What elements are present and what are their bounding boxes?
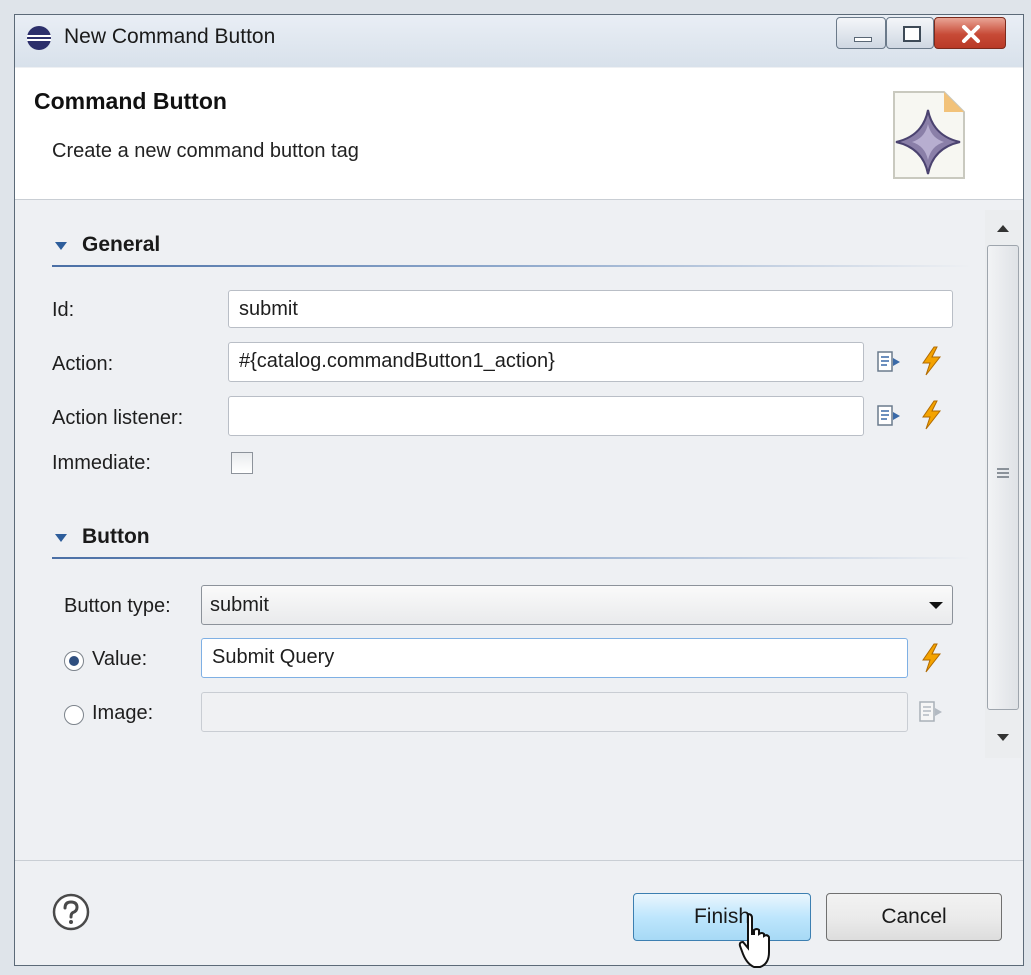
- action-label: Action:: [52, 353, 114, 375]
- radio-selected-dot: [69, 656, 79, 666]
- immediate-checkbox[interactable]: [231, 452, 253, 474]
- action-field[interactable]: #{catalog.commandButton1_action}: [228, 342, 864, 382]
- page-title: Command Button: [34, 88, 227, 114]
- finish-button[interactable]: Finish: [633, 893, 811, 941]
- page-description: Create a new command button tag: [52, 140, 359, 162]
- section-general-title[interactable]: General: [82, 233, 160, 257]
- close-icon: [962, 25, 980, 43]
- eclipse-icon: [27, 26, 51, 50]
- button-type-select[interactable]: [201, 585, 953, 625]
- minimize-button[interactable]: [836, 17, 886, 49]
- minimize-icon: [854, 37, 872, 42]
- edit-binding-icon[interactable]: [876, 404, 902, 428]
- section-divider: [52, 557, 972, 559]
- section-divider: [52, 265, 972, 267]
- lightning-icon[interactable]: [918, 346, 944, 376]
- value-field[interactable]: Submit Query: [201, 638, 908, 678]
- scroll-up-icon[interactable]: [997, 225, 1009, 232]
- cancel-button[interactable]: Cancel: [826, 893, 1002, 941]
- lightning-icon[interactable]: [918, 400, 944, 430]
- edit-binding-icon: [919, 701, 942, 722]
- section-button-title[interactable]: Button: [82, 525, 150, 549]
- help-icon[interactable]: [52, 893, 90, 931]
- section-collapse-icon[interactable]: [55, 242, 67, 250]
- value-label: Value:: [92, 648, 148, 670]
- window-title: New Command Button: [64, 25, 276, 48]
- image-label: Image:: [92, 702, 154, 724]
- id-field[interactable]: submit: [228, 290, 953, 328]
- maximize-button[interactable]: [886, 17, 934, 49]
- wizard-banner-icon: [893, 91, 965, 179]
- button-type-label: Button type:: [64, 595, 171, 617]
- mouse-cursor-icon: [738, 912, 770, 968]
- chevron-down-icon: [929, 602, 943, 609]
- id-label: Id:: [52, 299, 75, 321]
- button-type-value: submit: [210, 594, 269, 616]
- scroll-down-icon[interactable]: [997, 734, 1009, 741]
- maximize-icon: [903, 26, 921, 42]
- close-button[interactable]: [934, 17, 1006, 49]
- image-field: [201, 692, 908, 732]
- action-listener-field[interactable]: [228, 396, 864, 436]
- action-listener-label: Action listener:: [52, 407, 184, 429]
- lightning-icon[interactable]: [918, 643, 944, 673]
- image-radio[interactable]: [64, 705, 84, 725]
- scrollbar-grip-icon: [997, 468, 1009, 478]
- immediate-label: Immediate:: [52, 452, 151, 474]
- section-collapse-icon[interactable]: [55, 534, 67, 542]
- value-radio[interactable]: [64, 651, 84, 671]
- edit-binding-icon[interactable]: [876, 350, 902, 374]
- footer-divider: [15, 860, 1023, 861]
